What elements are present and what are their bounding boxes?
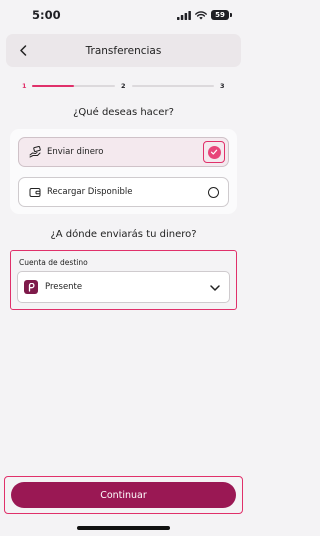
chevron-left-icon <box>20 44 27 56</box>
step-2: 2 <box>121 82 126 90</box>
wifi-icon <box>195 10 207 19</box>
status-time: 5:00 <box>32 8 61 22</box>
destination-account-label: Cuenta de destino <box>19 258 88 267</box>
step-1: 1 <box>22 82 27 90</box>
signal-icon <box>177 10 191 20</box>
header: Transferencias <box>6 34 241 67</box>
footer-action-area: Continuar <box>4 476 243 514</box>
step-2-progress <box>132 85 214 87</box>
account-logo-icon <box>24 280 38 294</box>
step-1-progress-fill <box>32 85 74 87</box>
status-icons: 59 <box>177 10 232 20</box>
home-indicator <box>77 526 170 530</box>
step-1-progress <box>32 85 115 87</box>
back-button[interactable] <box>15 42 31 58</box>
hand-money-icon <box>29 146 41 158</box>
destination-account-select[interactable]: Presente <box>17 271 230 303</box>
wallet-icon <box>29 186 41 198</box>
action-question-title: ¿Qué deseas hacer? <box>73 107 174 118</box>
option-recharge-balance[interactable]: Recargar Disponible <box>18 177 229 207</box>
destination-account-field: Cuenta de destino Presente <box>10 250 237 310</box>
battery-level: 59 <box>215 11 225 19</box>
status-bar: 5:00 59 <box>0 0 247 30</box>
continue-button[interactable]: Continuar <box>11 482 236 508</box>
destination-question-title: ¿A dónde enviarás tu dinero? <box>50 229 197 240</box>
stepper: 1 2 3 <box>22 80 226 92</box>
destination-account-value: Presente <box>45 282 83 292</box>
option-send-money[interactable]: Enviar dinero <box>18 137 229 167</box>
page-title: Transferencias <box>85 44 162 57</box>
battery-icon: 59 <box>211 10 232 20</box>
checkmark-icon <box>207 145 221 159</box>
option-recharge-balance-label: Recargar Disponible <box>47 187 133 197</box>
action-options-card: Enviar dinero Recargar Disponible <box>10 129 237 214</box>
radio-unselected[interactable] <box>208 187 219 198</box>
selected-indicator[interactable] <box>203 141 225 163</box>
option-send-money-label: Enviar dinero <box>47 147 104 157</box>
chevron-down-icon <box>210 285 220 291</box>
step-3: 3 <box>220 82 225 90</box>
